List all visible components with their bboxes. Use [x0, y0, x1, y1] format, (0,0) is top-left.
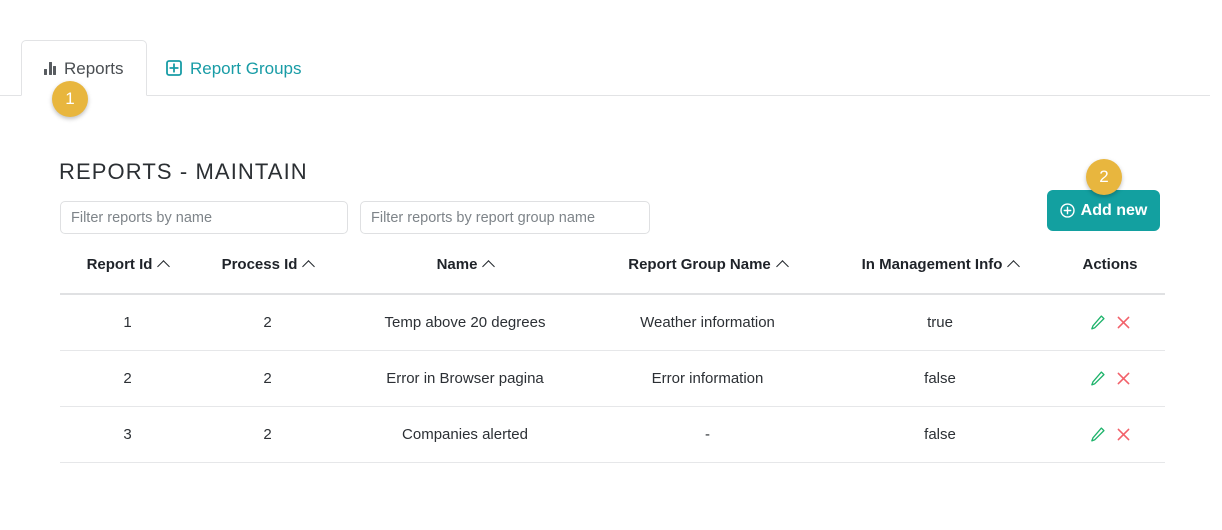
- page-title: REPORTS - MAINTAIN: [59, 159, 308, 184]
- sort-chevron-up-icon: [302, 260, 316, 273]
- column-header-in-management-info-label: In Management Info: [861, 256, 1003, 273]
- filter-reports-by-group-name-input[interactable]: [360, 201, 650, 234]
- edit-pencil-icon[interactable]: [1089, 370, 1106, 387]
- plus-box-icon: [166, 60, 182, 76]
- table-row: 2 2 Error in Browser pagina Error inform…: [60, 350, 1165, 407]
- step-badge-1: 1: [52, 81, 88, 117]
- app-root: Reports Report Groups 1 2 REPORTS - MAIN…: [0, 0, 1222, 530]
- edit-pencil-icon[interactable]: [1089, 426, 1106, 443]
- table-header-row: Report Id Process Id Name Report Group N…: [60, 256, 1165, 295]
- table-body: 1 2 Temp above 20 degrees Weather inform…: [60, 294, 1165, 463]
- cell-in-management-info: true: [825, 294, 1055, 351]
- column-header-name[interactable]: Name: [340, 256, 590, 295]
- cell-actions: [1055, 406, 1165, 463]
- reports-table: Report Id Process Id Name Report Group N…: [60, 256, 1165, 463]
- table-row: 1 2 Temp above 20 degrees Weather inform…: [60, 294, 1165, 351]
- cell-name: Companies alerted: [340, 406, 590, 463]
- column-header-report-id-label: Report Id: [86, 256, 153, 273]
- sort-chevron-up-icon: [775, 260, 789, 273]
- column-header-actions-label: Actions: [1082, 256, 1138, 273]
- cell-report-id: 2: [60, 350, 195, 407]
- reports-table-container: Report Id Process Id Name Report Group N…: [60, 256, 1165, 463]
- cell-name: Error in Browser pagina: [340, 350, 590, 407]
- cell-process-id: 2: [195, 294, 340, 351]
- column-header-report-group-name-label: Report Group Name: [628, 256, 771, 273]
- cell-in-management-info: false: [825, 406, 1055, 463]
- plus-circle-icon: [1059, 203, 1075, 218]
- cell-report-group-name: Weather information: [590, 294, 825, 351]
- step-badge-2: 2: [1086, 159, 1122, 195]
- table-row: 3 2 Companies alerted - false: [60, 406, 1165, 463]
- cell-process-id: 2: [195, 406, 340, 463]
- column-header-report-id[interactable]: Report Id: [60, 256, 195, 295]
- edit-pencil-icon[interactable]: [1089, 314, 1106, 331]
- tab-reports-label: Reports: [64, 58, 124, 78]
- delete-x-icon[interactable]: [1115, 426, 1132, 443]
- add-new-button-label: Add new: [1080, 201, 1148, 219]
- sort-chevron-up-icon: [1007, 260, 1021, 273]
- tab-report-groups[interactable]: Report Groups: [143, 40, 325, 96]
- cell-actions: [1055, 350, 1165, 407]
- cell-report-id: 3: [60, 406, 195, 463]
- cell-actions: [1055, 294, 1165, 351]
- add-new-button[interactable]: Add new: [1047, 190, 1160, 231]
- column-header-process-id-label: Process Id: [221, 256, 298, 273]
- cell-in-management-info: false: [825, 350, 1055, 407]
- sort-chevron-up-icon: [157, 260, 171, 273]
- column-header-name-label: Name: [436, 256, 478, 273]
- column-header-process-id[interactable]: Process Id: [195, 256, 340, 295]
- filter-reports-by-name-input[interactable]: [60, 201, 348, 234]
- cell-report-id: 1: [60, 294, 195, 351]
- column-header-actions: Actions: [1055, 256, 1165, 295]
- column-header-report-group-name[interactable]: Report Group Name: [590, 256, 825, 295]
- cell-report-group-name: -: [590, 406, 825, 463]
- column-header-in-management-info[interactable]: In Management Info: [825, 256, 1055, 295]
- delete-x-icon[interactable]: [1115, 370, 1132, 387]
- delete-x-icon[interactable]: [1115, 314, 1132, 331]
- cell-report-group-name: Error information: [590, 350, 825, 407]
- bar-chart-icon: [44, 61, 56, 75]
- tab-report-groups-label: Report Groups: [190, 58, 302, 78]
- cell-process-id: 2: [195, 350, 340, 407]
- sort-chevron-up-icon: [482, 260, 496, 273]
- table-header: Report Id Process Id Name Report Group N…: [60, 256, 1165, 295]
- tab-bar: Reports Report Groups: [0, 40, 1210, 96]
- cell-name: Temp above 20 degrees: [340, 294, 590, 351]
